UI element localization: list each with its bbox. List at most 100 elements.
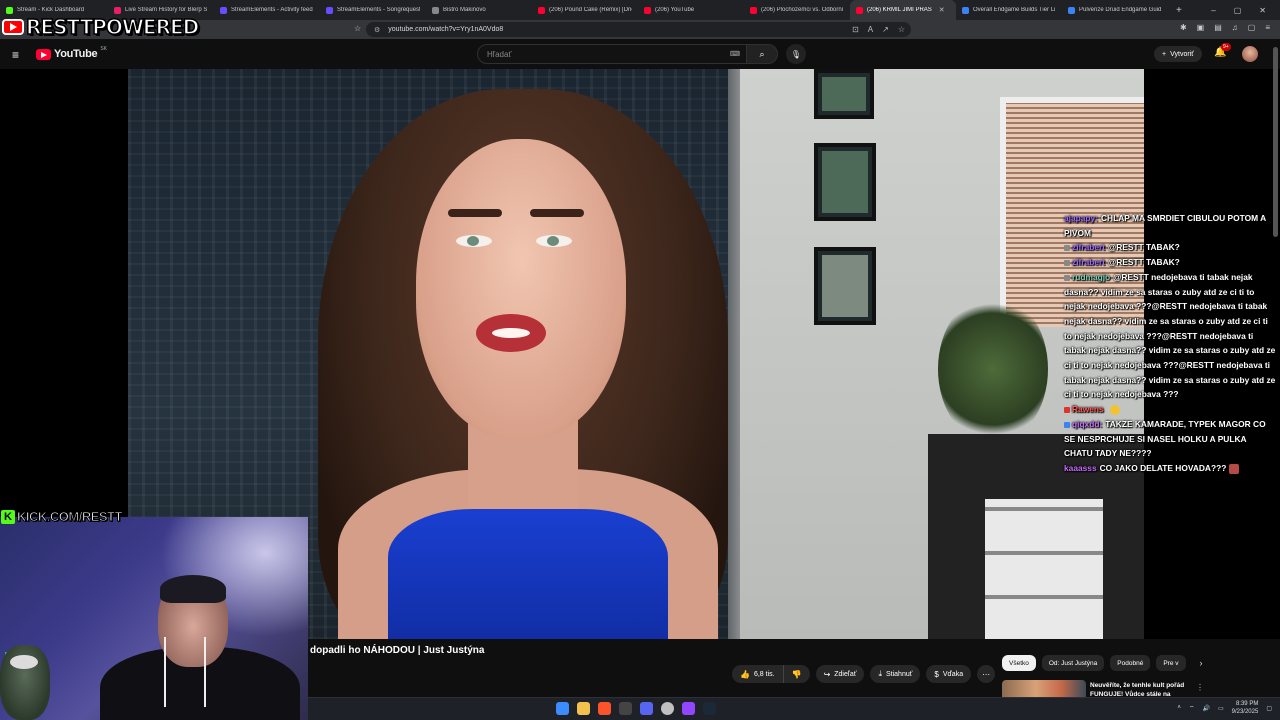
close-window-icon[interactable]: ✕	[1259, 6, 1266, 15]
filter-chip[interactable]: Všetko	[1002, 655, 1036, 671]
tab-label: StreamElements - Songrequest	[337, 7, 420, 13]
browser-tab[interactable]: StreamElements - Songrequest	[320, 0, 426, 20]
kick-url-text: KICK.COM/RESTT	[17, 509, 123, 525]
tab-label: (206) YouTube	[655, 7, 695, 13]
new-tab-button[interactable]: +	[1168, 5, 1190, 16]
like-dislike-group: 👍 6,8 tis. 👎	[732, 665, 810, 683]
downloads-icon[interactable]: ▢	[1248, 23, 1256, 32]
video-picture-frame	[814, 247, 876, 325]
brave-browser-icon[interactable]	[598, 702, 611, 715]
menu-icon[interactable]: ≡	[1265, 23, 1270, 32]
browser-tab[interactable]: (206) Pound Cake (Remix) [Drie	[532, 0, 638, 20]
browser-tab[interactable]: Pulverize Druid Endgame Guid	[1062, 0, 1168, 20]
sidebar-icon[interactable]: ▤	[1214, 23, 1222, 32]
recommendation-filter-chips: Všetko Od: Just Justýna Podobné Pre v ›	[1002, 655, 1203, 671]
battery-icon[interactable]: ▭	[1218, 705, 1224, 712]
dislike-button[interactable]: 👎	[783, 665, 810, 683]
like-button[interactable]: 👍 6,8 tis.	[732, 665, 784, 683]
extensions-icon[interactable]: ✱	[1180, 23, 1187, 32]
minimize-icon[interactable]: –	[1211, 6, 1215, 15]
twitch-icon[interactable]	[682, 702, 695, 715]
media-icon[interactable]: ♫	[1232, 23, 1238, 32]
obs-icon[interactable]	[661, 702, 674, 715]
browser-tab[interactable]: Overall Endgame Builds Tier Li	[956, 0, 1062, 20]
file-explorer-icon[interactable]	[577, 702, 590, 715]
browser-tab[interactable]: (206) Plochozemci vs. Odborní	[744, 0, 850, 20]
filter-chip[interactable]: Od: Just Justýna	[1041, 655, 1105, 671]
filter-chip[interactable]: Pre v	[1156, 655, 1186, 671]
stream-chat-overlay: ajapapy: CHLAP MA SMRDIET CIBULOU POTOM A…	[1064, 211, 1276, 476]
chips-next-icon[interactable]: ›	[1200, 658, 1203, 668]
chat-emote-icon	[1109, 404, 1120, 415]
browser-tab[interactable]: StreamElements - Activity feed	[214, 0, 320, 20]
video-picture-frame	[814, 69, 874, 119]
notification-center-icon[interactable]: ▢	[1266, 705, 1272, 712]
chat-username: qiqxdd:	[1072, 418, 1103, 429]
thumbs-down-icon: 👎	[791, 669, 802, 679]
url-bar[interactable]: ⚙ youtube.com/watch?v=Yry1nA0Vdo8 ⊡ A ↗ …	[366, 22, 911, 37]
tab-label: Pulverize Druid Endgame Guid	[1079, 7, 1162, 13]
chat-badge-icon	[1064, 245, 1070, 252]
keyboard-icon[interactable]: ⌨	[730, 50, 740, 58]
share-button[interactable]: ↪ Zdieľať	[815, 665, 865, 683]
frog-mascot-icon	[0, 645, 50, 720]
tab-favicon-icon	[644, 6, 651, 14]
network-icon[interactable]: ⌔	[1189, 704, 1195, 712]
tab-label: StreamElements - Activity feed	[231, 7, 313, 13]
download-label: Stiahnuť	[886, 670, 913, 678]
wallet-icon[interactable]: ▣	[1197, 23, 1205, 32]
thanks-button[interactable]: $ Vďaka	[926, 665, 972, 683]
chat-username: ajapapy:	[1064, 213, 1098, 223]
avatar[interactable]	[1242, 46, 1258, 62]
tab-favicon-icon	[856, 6, 863, 14]
chat-message: kaaasss CO JAKO DELATE HOVADA???	[1064, 461, 1276, 476]
chat-message: ajapapy: CHLAP MA SMRDIET CIBULOU POTOM A…	[1064, 211, 1276, 240]
discord-icon[interactable]	[640, 702, 653, 715]
chat-text: @RESTT TABAK?	[1108, 242, 1180, 253]
maximize-icon[interactable]: ▢	[1234, 6, 1242, 15]
create-button[interactable]: + Vytvoriť	[1154, 46, 1202, 62]
youtube-logo[interactable]: YouTube SK	[36, 46, 107, 60]
tab-favicon-icon	[432, 6, 439, 14]
site-info-icon[interactable]: ⚙	[374, 26, 380, 34]
chat-badge-icon	[1064, 274, 1070, 281]
browser-tab[interactable]: (206) YouTube	[638, 0, 744, 20]
more-options-icon[interactable]: ⋮	[1196, 683, 1204, 692]
tab-favicon-icon	[538, 6, 545, 14]
chat-username: Rawens	[1072, 404, 1104, 415]
bookmark-star-icon[interactable]: ☆	[898, 25, 905, 34]
chat-badge-icon	[1064, 406, 1070, 413]
chat-username: rudmagjo	[1072, 271, 1111, 282]
taskbar-clock[interactable]: 8:39 PM 9/23/2025	[1232, 700, 1259, 716]
tab-label: (206) Pound Cake (Remix) [Drie	[549, 7, 632, 13]
search-button[interactable]: ⌕	[746, 44, 778, 64]
youtube-logo-text: YouTube	[54, 48, 98, 60]
chat-text: @RESTT nedojebava ti tabak nejak dasna??…	[1064, 271, 1276, 400]
share-icon[interactable]: ↗	[882, 25, 889, 34]
tray-chevron-icon[interactable]: ˄	[1177, 705, 1181, 711]
like-count: 6,8 tis.	[753, 670, 775, 678]
volume-icon[interactable]: 🔊	[1202, 705, 1209, 712]
more-actions-button[interactable]: ⋯	[977, 665, 996, 683]
chat-message: qiqxdd: TAKZE KAMARADE, TYPEK MAGOR CO SE…	[1064, 417, 1276, 461]
voice-search-button[interactable]: 🎙	[786, 44, 806, 64]
install-icon[interactable]: ⊡	[852, 25, 859, 34]
browser-tab[interactable]: (206) KRMIL JIMI PRAS ✕	[850, 0, 956, 20]
steam-icon[interactable]	[703, 702, 716, 715]
screen: Stream - Kick Dashboard Live Stream Histo…	[0, 0, 1280, 720]
hamburger-menu-icon[interactable]: ≡	[12, 48, 19, 62]
bookmark-icon[interactable]: ☆	[354, 24, 361, 33]
terminal-icon[interactable]	[619, 702, 632, 715]
tab-close-icon[interactable]: ✕	[939, 6, 945, 14]
page-scrollbar[interactable]	[1273, 47, 1278, 237]
thanks-icon: $	[934, 669, 939, 679]
video-actions: 👍 6,8 tis. 👎 ↪ Zdieľať ⤓ Stiahnuť $ Vďak…	[732, 665, 996, 683]
browser-tab[interactable]: Bistro Makinovo	[426, 0, 532, 20]
translate-icon[interactable]: A	[868, 25, 873, 34]
kick-overlay-logo: K KICK.COM/RESTT	[1, 509, 123, 525]
video-presenter	[298, 89, 758, 639]
filter-chip[interactable]: Podobné	[1110, 655, 1151, 671]
download-button[interactable]: ⤓ Stiahnuť	[870, 665, 921, 683]
search-input[interactable]: Hľadať ⌨	[477, 44, 747, 64]
start-icon[interactable]	[556, 702, 569, 715]
